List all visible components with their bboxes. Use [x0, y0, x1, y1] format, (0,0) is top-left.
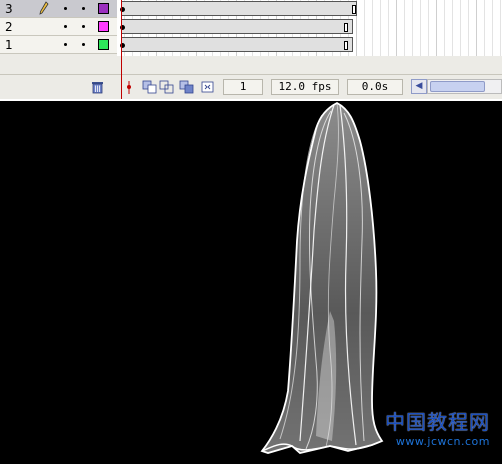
frame-span-layer-2[interactable]	[121, 19, 353, 34]
layer-name: 2	[5, 20, 13, 34]
outline-color-swatch[interactable]	[98, 39, 109, 50]
visibility-dot[interactable]	[64, 43, 67, 46]
lock-dot[interactable]	[82, 43, 85, 46]
onion-skin-outlines-icon[interactable]	[159, 80, 174, 94]
modify-onion-markers-icon[interactable]	[200, 80, 215, 94]
elapsed-time-field: 0.0s	[347, 79, 403, 95]
outline-color-swatch[interactable]	[98, 21, 109, 32]
keyframe-end[interactable]	[344, 23, 348, 32]
layer-row-1[interactable]: 1	[0, 36, 117, 54]
pencil-icon	[39, 1, 49, 15]
frames-area[interactable]	[117, 0, 502, 56]
layer-name: 1	[5, 38, 13, 52]
layer-name: 3	[5, 2, 13, 16]
stage[interactable]: 中国教程网 www.jcwcn.com	[0, 101, 502, 464]
timeline-panel: 3 2 1 1 12.0 fps 0.0s ◀	[0, 0, 502, 99]
layer-list: 3 2 1	[0, 0, 117, 56]
frame-span-layer-1[interactable]	[121, 37, 353, 52]
timeline-status-bar: 1 12.0 fps 0.0s ◀	[0, 74, 502, 99]
watermark: 中国教程网 www.jcwcn.com	[385, 406, 490, 448]
current-frame-field: 1	[223, 79, 263, 95]
onion-skin-icon[interactable]	[142, 80, 157, 94]
scrollbar-thumb[interactable]	[430, 81, 485, 92]
scroll-left-icon[interactable]: ◀	[411, 79, 427, 94]
visibility-dot[interactable]	[64, 25, 67, 28]
keyframe-end[interactable]	[344, 41, 348, 50]
layer-row-2[interactable]: 2	[0, 18, 117, 36]
layer-row-3[interactable]: 3	[0, 0, 117, 18]
outline-color-swatch[interactable]	[98, 3, 109, 14]
visibility-dot[interactable]	[64, 7, 67, 10]
playhead[interactable]	[121, 0, 122, 99]
keyframe-end[interactable]	[352, 5, 356, 14]
frame-span-layer-3[interactable]	[121, 1, 357, 16]
edit-multiple-frames-icon[interactable]	[179, 80, 194, 94]
frame-rate-field[interactable]: 12.0 fps	[271, 79, 339, 95]
timeline-scrollbar[interactable]	[427, 79, 502, 94]
watermark-title: 中国教程网	[385, 410, 490, 434]
trash-icon[interactable]	[91, 80, 104, 94]
lock-dot[interactable]	[82, 25, 85, 28]
playhead-icon[interactable]	[124, 81, 134, 94]
lock-dot[interactable]	[82, 7, 85, 10]
watermark-url: www.jcwcn.com	[395, 435, 490, 448]
